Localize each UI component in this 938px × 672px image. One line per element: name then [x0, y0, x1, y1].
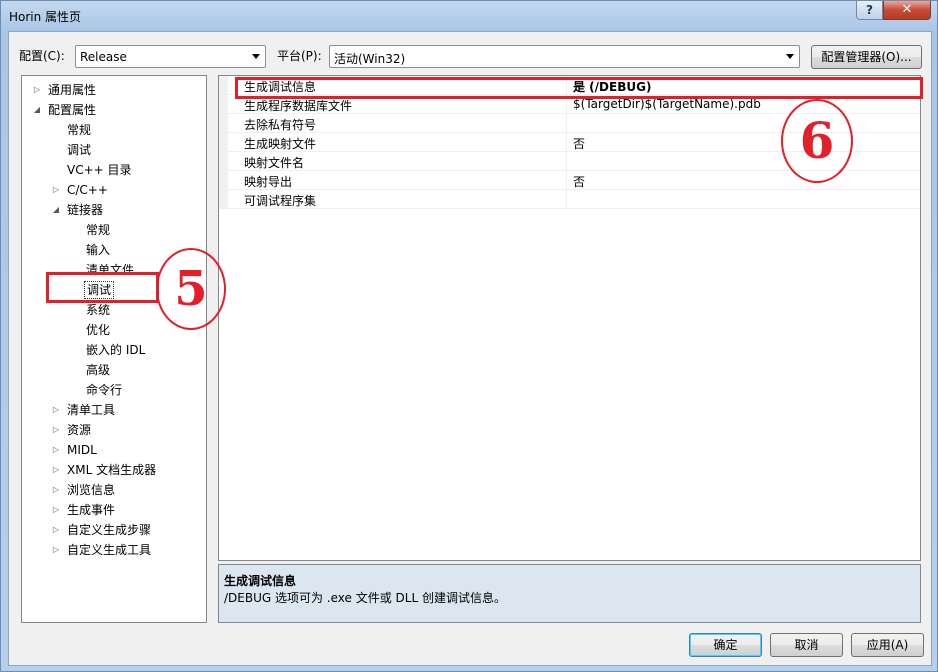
chevron-down-icon [786, 54, 794, 59]
tree-node[interactable]: 嵌入的 IDL [70, 340, 147, 360]
tree-node[interactable]: ▷ 自定义生成工具 [51, 540, 153, 560]
cancel-button[interactable]: 取消 [770, 633, 843, 657]
property-name: 映射文件名 [244, 156, 305, 170]
tree-node[interactable]: 输入 [70, 240, 112, 260]
expand-arrow-icon[interactable]: ▷ [51, 400, 61, 420]
tree-node-label: 常规 [67, 123, 92, 137]
tree-node[interactable]: 常规 [70, 220, 112, 240]
title-bar[interactable]: Horin 属性页 ? ✕ [1, 1, 937, 31]
tree-node[interactable]: 高级 [70, 360, 112, 380]
tree-node-label: VC++ 目录 [67, 163, 132, 177]
column-divider[interactable] [566, 171, 567, 190]
tree-node-label: 链接器 [67, 203, 104, 217]
tree-node-label: 输入 [86, 243, 111, 257]
tree-node-label: 通用属性 [48, 83, 97, 97]
expand-arrow-icon[interactable]: ▷ [51, 460, 61, 480]
platform-select[interactable]: 活动(Win32) [329, 45, 800, 68]
property-name: 生成映射文件 [244, 137, 317, 151]
tree-node[interactable]: ▷ MIDL [51, 440, 99, 460]
tree-node[interactable]: 命令行 [70, 380, 124, 400]
apply-button[interactable]: 应用(A) [851, 633, 924, 657]
tree-node[interactable]: 系统 [70, 300, 112, 320]
tree-node[interactable]: 常规 [51, 120, 93, 140]
tree-node-label: 高级 [86, 363, 111, 377]
property-value[interactable]: 否 [573, 173, 585, 190]
tree-node[interactable]: ▷ C/C++ [51, 180, 110, 200]
expand-arrow-icon[interactable]: ▷ [51, 180, 61, 200]
highlight-box-tree-node [46, 272, 159, 303]
config-select-value: Release [80, 50, 127, 64]
column-divider[interactable] [566, 114, 567, 133]
description-panel: 生成调试信息 /DEBUG 选项可为 .exe 文件或 DLL 创建调试信息。 [218, 564, 921, 623]
tree-node[interactable]: ▷ 清单工具 [51, 400, 117, 420]
tree-node-label: 清单工具 [67, 403, 116, 417]
expand-arrow-icon[interactable]: ▷ [51, 480, 61, 500]
tree-node[interactable]: ▷ 资源 [51, 420, 93, 440]
tree-node-label: 资源 [67, 423, 92, 437]
platform-select-value: 活动(Win32) [334, 52, 406, 66]
property-name: 映射导出 [244, 175, 293, 189]
expand-arrow-icon[interactable]: ▷ [51, 500, 61, 520]
tree-node-label: 命令行 [86, 383, 123, 397]
help-button[interactable]: ? [856, 1, 883, 20]
description-title: 生成调试信息 [224, 574, 297, 588]
collapse-arrow-icon[interactable]: ◢ [32, 100, 42, 120]
description-text: /DEBUG 选项可为 .exe 文件或 DLL 创建调试信息。 [224, 591, 506, 605]
close-button[interactable]: ✕ [883, 1, 931, 20]
tree-node[interactable]: ▷ 通用属性 [32, 80, 98, 100]
property-name: 可调试程序集 [244, 194, 317, 208]
config-manager-button[interactable]: 配置管理器(O)... [811, 45, 922, 69]
highlight-box-property [235, 77, 923, 99]
step-6-marker: 6 [781, 99, 853, 183]
tree-node[interactable]: ▷ XML 文档生成器 [51, 460, 158, 480]
tree-node-label: 生成事件 [67, 503, 116, 517]
column-divider[interactable] [566, 152, 567, 171]
config-select[interactable]: Release [75, 45, 266, 68]
column-divider[interactable] [566, 190, 567, 209]
property-value[interactable]: $(TargetDir)$(TargetName).pdb [573, 97, 761, 111]
tree-node-label: 嵌入的 IDL [86, 343, 146, 357]
tree-node[interactable]: ◢ 配置属性 [32, 100, 98, 120]
tree-node-label: 系统 [86, 303, 111, 317]
expand-arrow-icon[interactable]: ▷ [51, 440, 61, 460]
tree-node[interactable]: ▷ 生成事件 [51, 500, 117, 520]
config-label: 配置(C): [19, 49, 65, 63]
expand-arrow-icon[interactable]: ▷ [32, 80, 42, 100]
tree-node-label: 自定义生成工具 [67, 543, 152, 557]
window-title: Horin 属性页 [9, 10, 82, 24]
tree-node-label: MIDL [67, 443, 97, 457]
tree-node-label: C/C++ [67, 183, 108, 197]
ok-button[interactable]: 确定 [689, 633, 762, 657]
expand-arrow-icon[interactable]: ▷ [51, 520, 61, 540]
step-5-marker: 5 [156, 248, 226, 330]
tree-node[interactable]: ◢ 链接器 [51, 200, 105, 220]
tree-node[interactable]: 优化 [70, 320, 112, 340]
tree-node-label: 常规 [86, 223, 111, 237]
tree-node-label: 调试 [67, 143, 92, 157]
chevron-down-icon [252, 54, 260, 59]
expand-arrow-icon[interactable]: ▷ [51, 540, 61, 560]
tree-node[interactable]: 调试 [51, 140, 93, 160]
property-value[interactable]: 否 [573, 135, 585, 152]
expand-arrow-icon[interactable]: ▷ [51, 420, 61, 440]
tree-node[interactable]: VC++ 目录 [51, 160, 134, 180]
property-name: 去除私有符号 [244, 118, 317, 132]
property-tree[interactable]: ▷ 通用属性 ◢ 配置属性 常规 调试 VC++ 目录 ▷ C/C++ ◢ 链接器 常规 输入 清单文件调… [21, 75, 207, 623]
properties-dialog: Horin 属性页 ? ✕ 配置(C): Release 平台(P): 活动(W… [0, 0, 938, 672]
tree-node-label: 自定义生成步骤 [67, 523, 152, 537]
tree-node-label: 配置属性 [48, 103, 97, 117]
grid-gutter [219, 76, 228, 209]
tree-node-label: 优化 [86, 323, 111, 337]
collapse-arrow-icon[interactable]: ◢ [51, 200, 61, 220]
platform-label: 平台(P): [277, 49, 322, 63]
column-divider[interactable] [566, 133, 567, 152]
tree-node-label: 浏览信息 [67, 483, 116, 497]
tree-node[interactable]: ▷ 自定义生成步骤 [51, 520, 153, 540]
tree-node[interactable]: ▷ 浏览信息 [51, 480, 117, 500]
tree-node-label: XML 文档生成器 [67, 463, 157, 477]
property-name: 生成程序数据库文件 [244, 99, 353, 113]
property-row[interactable]: 可调试程序集 [228, 190, 920, 209]
